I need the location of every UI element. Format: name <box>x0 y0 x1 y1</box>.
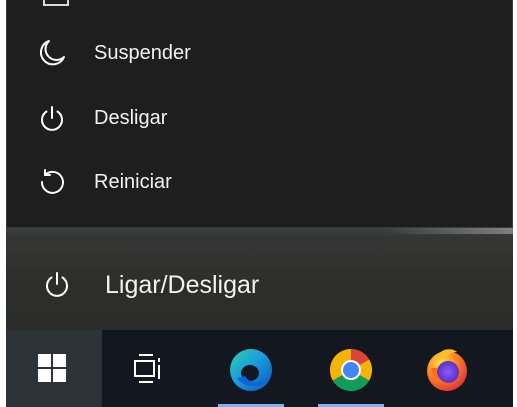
menu-item-restart-label: Reiniciar <box>94 171 172 193</box>
restart-icon <box>40 169 64 194</box>
partial-menu-icon <box>43 0 69 6</box>
menu-item-shutdown[interactable]: Desligar <box>7 89 512 147</box>
start-button[interactable] <box>6 330 102 407</box>
chrome-taskbar-button[interactable] <box>318 330 384 407</box>
power-icon <box>41 106 63 131</box>
firefox-icon <box>427 349 467 391</box>
menu-item-suspend-label: Suspender <box>94 42 191 64</box>
start-menu-strip: Ligar/Desligar <box>6 228 513 330</box>
menu-item-restart[interactable]: Reiniciar <box>7 153 512 211</box>
power-icon <box>46 272 68 297</box>
sleep-moon-icon <box>39 40 65 66</box>
power-button-label: Ligar/Desligar <box>105 271 260 299</box>
edge-icon <box>230 349 272 391</box>
screenshot-root: Suspender Desligar Reiniciar Ligar/Desli… <box>0 0 517 407</box>
power-options-menu: Suspender Desligar Reiniciar <box>6 0 513 228</box>
task-view-button[interactable] <box>113 330 179 407</box>
chrome-icon <box>329 349 373 392</box>
windows-logo-icon <box>38 354 66 382</box>
menu-item-suspend[interactable]: Suspender <box>7 24 512 82</box>
menu-item-shutdown-label: Desligar <box>94 107 168 129</box>
firefox-taskbar-button[interactable] <box>414 330 480 407</box>
power-button[interactable]: Ligar/Desligar <box>6 256 513 312</box>
strip-highlight <box>386 228 513 234</box>
edge-taskbar-button[interactable] <box>218 330 284 407</box>
task-view-icon <box>134 354 160 383</box>
taskbar <box>6 330 513 407</box>
